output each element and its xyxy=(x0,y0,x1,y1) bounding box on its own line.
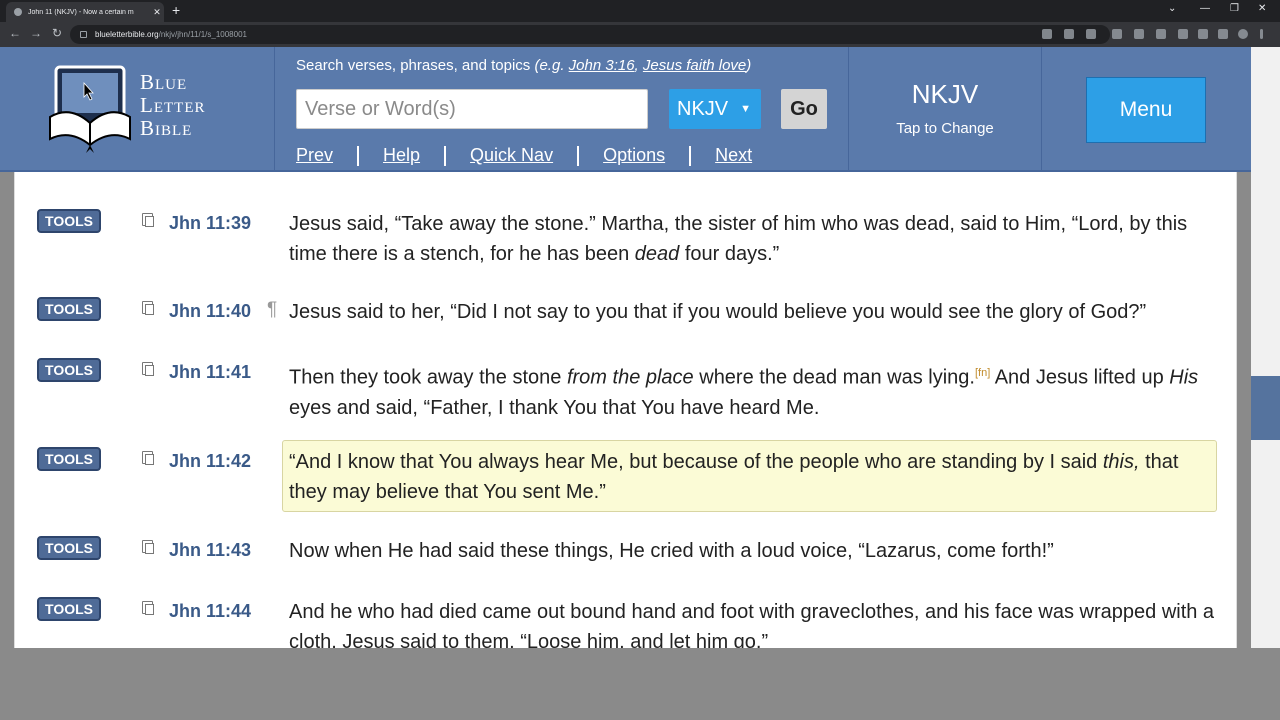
bookmark-star-icon[interactable] xyxy=(1086,29,1096,39)
open-bible-icon xyxy=(49,65,131,153)
example-link-jesus-faith-love[interactable]: Jesus faith love xyxy=(643,57,746,74)
verse-text: “And I know that You always hear Me, but… xyxy=(289,447,1219,507)
help-link[interactable]: Help xyxy=(383,145,420,166)
verse-text-segment: “And I know that You always hear Me, but… xyxy=(289,451,1103,473)
puzzle-icon[interactable] xyxy=(1178,29,1188,39)
next-link[interactable]: Next xyxy=(715,145,752,166)
scrollbar-thumb[interactable] xyxy=(1251,376,1280,440)
forward-button[interactable]: → xyxy=(30,26,42,40)
verse-reference[interactable]: Jhn 11:44 xyxy=(169,601,251,622)
tools-button[interactable]: TOOLS xyxy=(37,597,101,621)
extension-icon[interactable] xyxy=(1156,29,1166,39)
side-panel-icon[interactable] xyxy=(1218,29,1228,39)
verse-reference[interactable]: Jhn 11:43 xyxy=(169,540,251,561)
close-tab-icon[interactable]: ✕ xyxy=(150,7,164,18)
verse-reference[interactable]: Jhn 11:39 xyxy=(169,213,251,234)
verse-reference[interactable]: Jhn 11:40 xyxy=(169,301,251,322)
go-button[interactable]: Go xyxy=(781,89,827,129)
zoom-icon[interactable] xyxy=(1042,29,1052,39)
subnav: Prev Help Quick Nav Options Next xyxy=(296,145,752,166)
verse-text-segment: where the dead man was lying. xyxy=(693,366,975,389)
paragraph-mark-icon: ¶ xyxy=(267,299,278,320)
verse-text: Then they took away the stone from the p… xyxy=(289,358,1219,423)
extension-icon[interactable] xyxy=(1112,29,1122,39)
tools-button[interactable]: TOOLS xyxy=(37,536,101,560)
version-select[interactable]: NKJV ▼ xyxy=(669,89,761,129)
scrollbar-track[interactable] xyxy=(1251,47,1280,648)
copy-icon[interactable] xyxy=(142,601,154,615)
page-bottom-area xyxy=(0,648,1280,720)
lock-icon xyxy=(80,31,87,38)
tab-title: John 11 (NKJV) - Now a certain m xyxy=(28,8,134,16)
example-link-john-3-16[interactable]: John 3:16 xyxy=(569,57,635,74)
favicon-icon xyxy=(14,8,22,16)
tools-button[interactable]: TOOLS xyxy=(37,358,101,382)
verse-text: Jesus said to her, “Did I not say to you… xyxy=(289,297,1219,327)
verse-text-segment: eyes and said, “Father, I thank You that… xyxy=(289,396,820,419)
back-button[interactable]: ← xyxy=(9,26,21,40)
verse-text-segment: Now when He had said these things, He cr… xyxy=(289,540,1054,562)
window-close-icon[interactable]: ✕ xyxy=(1258,3,1266,14)
browser-tab[interactable]: John 11 (NKJV) - Now a certain m ✕ xyxy=(6,2,164,22)
verse-text-segment: four days.” xyxy=(679,243,780,265)
tools-button[interactable]: TOOLS xyxy=(37,209,101,233)
restore-icon[interactable]: ❐ xyxy=(1230,3,1239,14)
tab-search-icon[interactable]: ⌄ xyxy=(1168,3,1176,14)
search-input[interactable] xyxy=(296,89,648,129)
search-hint: Search verses, phrases, and topics (e.g.… xyxy=(296,57,752,74)
divider xyxy=(444,145,447,166)
options-link[interactable]: Options xyxy=(603,145,665,166)
tap-to-change: Tap to Change xyxy=(896,120,994,137)
copy-icon[interactable] xyxy=(142,301,154,315)
site-header: Blue Letter Bible Search verses, phrases… xyxy=(0,47,1251,172)
logo-text: Blue Letter Bible xyxy=(140,70,206,140)
extension-icon[interactable] xyxy=(1134,29,1144,39)
italic-supplied-word: from the place xyxy=(566,366,694,389)
chevron-down-icon: ▼ xyxy=(740,103,752,115)
divider xyxy=(577,145,580,166)
reload-button[interactable]: ↻ xyxy=(52,26,62,40)
tools-button[interactable]: TOOLS xyxy=(37,297,101,321)
minimize-icon[interactable]: — xyxy=(1200,3,1210,14)
verse-text: Now when He had said these things, He cr… xyxy=(289,536,1219,566)
verse-text: Jesus said, “Take away the stone.” Marth… xyxy=(289,209,1219,269)
verse-text-segment: And he who had died came out bound hand … xyxy=(289,601,1215,648)
profile-avatar[interactable] xyxy=(1238,29,1248,39)
quick-nav-link[interactable]: Quick Nav xyxy=(470,145,553,166)
copy-icon[interactable] xyxy=(142,362,154,376)
new-tab-button[interactable]: + xyxy=(172,2,180,18)
address-bar[interactable]: blueletterbible.org /nkjv/jhn/11/1/s_100… xyxy=(70,25,1110,44)
verse-text-segment: And Jesus lifted up xyxy=(990,366,1170,389)
menu-button[interactable]: Menu xyxy=(1086,77,1206,143)
tools-button[interactable]: TOOLS xyxy=(37,447,101,471)
url-host: blueletterbible.org xyxy=(95,30,159,39)
reading-list-icon[interactable] xyxy=(1198,29,1208,39)
prev-link[interactable]: Prev xyxy=(296,145,333,166)
share-icon[interactable] xyxy=(1064,29,1074,39)
copy-icon[interactable] xyxy=(142,540,154,554)
browser-tabbar: John 11 (NKJV) - Now a certain m ✕ + ⌄ —… xyxy=(0,0,1280,22)
browser-menu-icon[interactable] xyxy=(1260,29,1263,39)
verse-reference[interactable]: Jhn 11:42 xyxy=(169,451,251,472)
italic-supplied-word: this, xyxy=(1102,451,1140,473)
verse-text-segment: Then they took away the stone xyxy=(289,366,567,389)
verse-list: TOOLS Jhn 11:39 Jesus said, “Take away the… xyxy=(14,172,1237,648)
version-code: NKJV xyxy=(911,79,979,109)
version-panel[interactable]: NKJV Tap to Change xyxy=(848,47,1042,172)
verse-text-segment: Jesus said to her, “Did I not say to you… xyxy=(289,301,1147,323)
logo[interactable]: Blue Letter Bible xyxy=(0,47,275,172)
divider xyxy=(357,145,360,166)
italic-supplied-word: His xyxy=(1169,366,1199,389)
copy-icon[interactable] xyxy=(142,213,154,227)
copy-icon[interactable] xyxy=(142,451,154,465)
italic-supplied-word: dead xyxy=(634,243,680,265)
verse-text: And he who had died came out bound hand … xyxy=(289,597,1219,648)
divider xyxy=(689,145,692,166)
url-path: /nkjv/jhn/11/1/s_1008001 xyxy=(158,30,247,39)
verse-reference[interactable]: Jhn 11:41 xyxy=(169,362,251,383)
footnote-link[interactable]: [fn] xyxy=(975,367,990,379)
browser-toolbar: ← → ↻ blueletterbible.org /nkjv/jhn/11/1… xyxy=(0,22,1280,47)
